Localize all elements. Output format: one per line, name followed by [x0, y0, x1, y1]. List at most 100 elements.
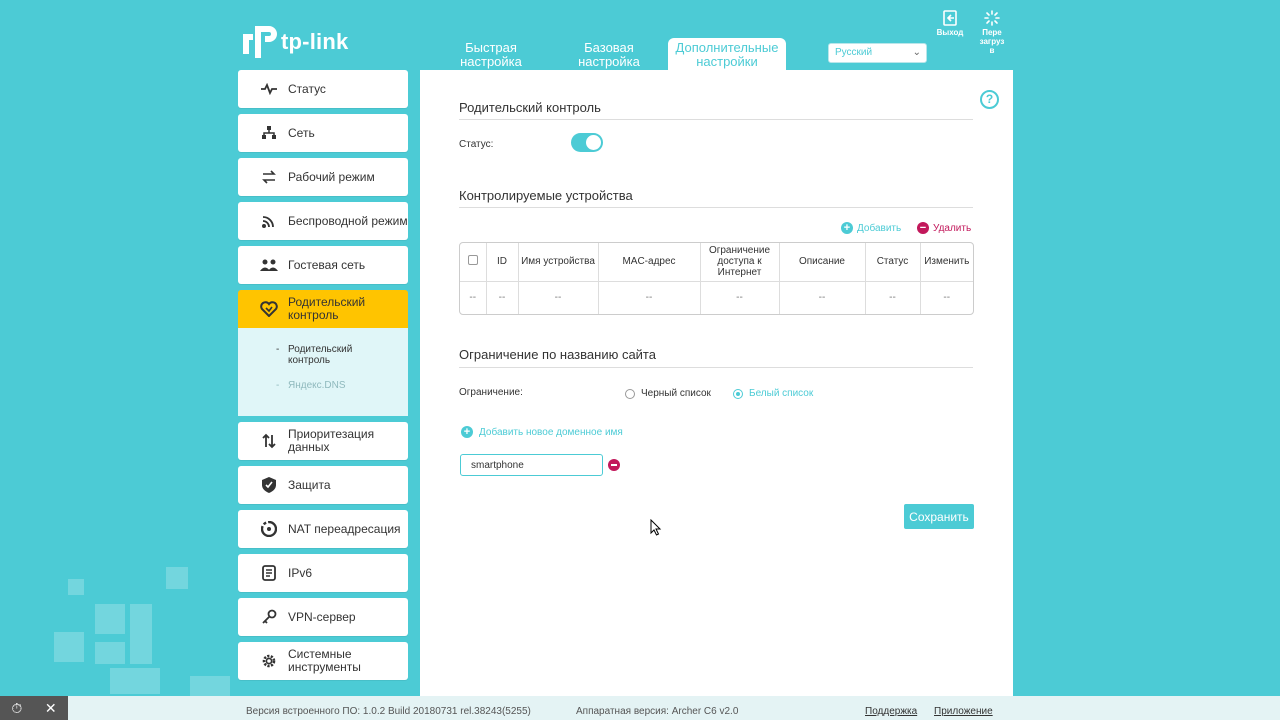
whitelist-radio[interactable]: Белый список: [733, 388, 813, 399]
section-title-parental: Родительский контроль: [459, 100, 601, 115]
divider: [459, 119, 973, 120]
sidebar-item-label: Родительский контроль: [288, 295, 366, 322]
divider: [459, 207, 973, 208]
domain-name-input[interactable]: [460, 454, 603, 476]
logout-icon: [943, 10, 957, 26]
sidebar: Статус Сеть Рабочий режим Беспроводной р…: [238, 70, 408, 686]
table-cell: --: [865, 281, 921, 314]
footer: Версия встроенного ПО: 1.0.2 Build 20180…: [0, 696, 1280, 720]
sidebar-item-wireless[interactable]: Беспроводной режим: [238, 202, 408, 240]
table-cell: --: [460, 281, 487, 314]
subnav-label: Яндекс.DNS: [288, 380, 346, 391]
sidebar-item-label: Гостевая сеть: [288, 257, 366, 272]
firmware-version: Версия встроенного ПО: 1.0.2 Build 20180…: [246, 706, 531, 717]
sidebar-item-ipv6[interactable]: IPv6: [238, 554, 408, 592]
table-header: MAC-адрес: [598, 243, 701, 281]
timer-icon[interactable]: ⏱: [11, 700, 22, 717]
logout-button[interactable]: Выход: [935, 10, 965, 37]
sidebar-item-label: NAT переадресация: [288, 521, 401, 536]
tp-link-logo: tp-link: [239, 22, 348, 62]
table-header: Изменить: [924, 256, 970, 268]
sidebar-item-label: Статус: [288, 81, 326, 96]
parental-subnav: - Родительский контроль - Яндекс.DNS: [238, 328, 408, 416]
tab-advanced[interactable]: Дополнительные настройки: [668, 38, 786, 71]
sidebar-item-label: Беспроводной режим: [288, 213, 408, 228]
select-all-cell: [460, 243, 487, 281]
section-title-devices: Контролируемые устройства: [459, 188, 633, 203]
radio-dot: [733, 388, 743, 399]
dash-icon: -: [276, 380, 280, 391]
network-icon: [260, 124, 278, 142]
sidebar-item-security[interactable]: Защита: [238, 466, 408, 504]
table-cell: --: [700, 281, 780, 314]
sidebar-item-guest[interactable]: Гостевая сеть: [238, 246, 408, 284]
status-toggle[interactable]: [571, 133, 603, 152]
tab-label: Быстрая: [465, 40, 517, 55]
help-icon[interactable]: ?: [980, 90, 999, 109]
chevron-down-icon: ⌄: [912, 47, 921, 58]
plus-circle-icon: +: [461, 426, 473, 438]
table-cell: --: [486, 281, 519, 314]
pulse-icon: [260, 80, 278, 98]
devices-table: ID Имя устройства MAC-адрес Ограничение …: [459, 242, 974, 315]
divider: [459, 367, 973, 368]
toggle-knob: [586, 135, 601, 150]
sidebar-item-label: Приоритезация данных: [288, 427, 375, 454]
sidebar-item-network[interactable]: Сеть: [238, 114, 408, 152]
add-label: Добавить: [857, 222, 902, 234]
table-header: Описание: [779, 243, 866, 281]
add-domain-button[interactable]: + Добавить новое доменное имя: [461, 426, 623, 438]
ipv6-icon: [260, 564, 278, 582]
blacklist-label: Черный список: [641, 388, 711, 399]
table-cell: --: [518, 281, 599, 314]
main-panel: ? Родительский контроль Статус: Контроли…: [420, 70, 1013, 696]
sidebar-item-vpn[interactable]: VPN-сервер: [238, 598, 408, 636]
vpn-key-icon: [260, 608, 278, 626]
tab-label: Дополнительные: [675, 40, 779, 55]
overlay-controls: ⏱ ✕: [0, 696, 68, 720]
sidebar-item-status[interactable]: Статус: [238, 70, 408, 108]
table-header: Статус: [865, 243, 921, 281]
section-title-site-restriction: Ограничение по названию сайта: [459, 347, 656, 362]
language-value: Русский: [835, 47, 873, 58]
sidebar-item-label: Сеть: [288, 125, 315, 140]
radio-dot: [625, 388, 635, 399]
logout-label: Выход: [936, 28, 964, 37]
delete-device-button[interactable]: − Удалить: [917, 222, 971, 234]
sidebar-item-qos[interactable]: Приоритезация данных: [238, 422, 408, 460]
mode-icon: [260, 168, 278, 186]
save-button[interactable]: Сохранить: [904, 504, 974, 529]
reboot-icon: [984, 10, 1000, 26]
tab-basic[interactable]: Базовая настройка: [550, 38, 668, 71]
mouse-cursor-icon: [650, 519, 662, 536]
subnav-item-yandex-dns[interactable]: - Яндекс.DNS: [276, 380, 408, 391]
table-header: Имя устройства: [518, 243, 599, 281]
sidebar-item-nat[interactable]: NAT переадресация: [238, 510, 408, 548]
reboot-label: Пере: [982, 28, 1002, 37]
add-device-button[interactable]: + Добавить: [841, 222, 901, 234]
language-select[interactable]: Русский ⌄: [828, 43, 927, 63]
reboot-button[interactable]: Пере загруз в: [977, 10, 1007, 55]
tab-quick-setup[interactable]: Быстрая настройка: [432, 38, 550, 71]
sidebar-item-parental-control[interactable]: Родительский контроль: [238, 290, 408, 328]
sidebar-item-label: Защита: [288, 477, 331, 492]
reboot-label: в: [989, 46, 995, 55]
close-icon[interactable]: ✕: [45, 700, 57, 717]
sidebar-item-label: VPN-сервер: [288, 609, 356, 624]
plus-circle-icon: +: [841, 222, 853, 234]
app-link[interactable]: Приложение: [934, 706, 993, 717]
tp-link-logo-icon: [243, 26, 277, 58]
qos-arrows-icon: [260, 432, 278, 450]
subnav-item-parental-control[interactable]: - Родительский контроль: [276, 344, 408, 366]
sidebar-item-system-tools[interactable]: Системные инструменты: [238, 642, 408, 680]
sidebar-item-operation-mode[interactable]: Рабочий режим: [238, 158, 408, 196]
wireless-icon: [260, 212, 278, 230]
minus-circle-icon: −: [917, 222, 929, 234]
support-link[interactable]: Поддержка: [865, 706, 917, 717]
blacklist-radio[interactable]: Черный список: [625, 388, 711, 399]
parental-heart-icon: [260, 300, 278, 318]
table-cell: --: [598, 281, 701, 314]
select-all-checkbox[interactable]: [467, 255, 478, 266]
tab-label: настройка: [460, 54, 522, 69]
remove-domain-icon[interactable]: [608, 459, 620, 471]
